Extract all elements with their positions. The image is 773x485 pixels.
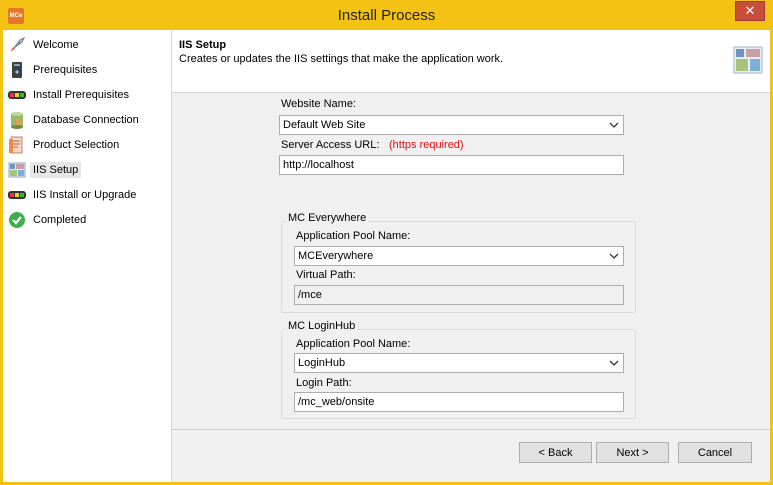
mce-pool-value: MCEverywhere (298, 250, 374, 262)
sidebar-item-label: IIS Install or Upgrade (33, 189, 137, 201)
sidebar-item-install-prerequisites: Install Prerequisites (3, 83, 171, 107)
sidebar-item-prerequisites: Prerequisites (3, 58, 171, 82)
loginhub-path-label: Login Path: (296, 377, 352, 389)
page-subtitle: Creates or updates the IIS settings that… (179, 53, 504, 65)
iis-icon (8, 161, 26, 179)
sidebar-item-label: Welcome (33, 39, 79, 51)
chevron-down-icon (609, 122, 619, 128)
loginhub-pool-select[interactable]: LoginHub (294, 353, 624, 373)
footer-divider (172, 429, 770, 430)
mce-path-input[interactable]: /mce (294, 285, 624, 305)
website-name-value: Default Web Site (283, 119, 366, 131)
progress-icon (8, 86, 26, 104)
progress-icon (8, 186, 26, 204)
sidebar-item-product-selection: Product Selection (3, 133, 171, 157)
iis-setup-form: Website Name: Default Web Site Server Ac… (172, 93, 770, 430)
sidebar-item-iis-setup: IIS Setup (3, 158, 171, 182)
loginhub-path-value: /mc_web/onsite (298, 396, 375, 408)
window-title: Install Process (337, 7, 436, 24)
loginhub-path-input[interactable]: /mc_web/onsite (294, 392, 624, 412)
sidebar-item-label: Install Prerequisites (33, 89, 129, 101)
database-icon (8, 111, 26, 129)
rocket-icon (8, 36, 26, 54)
website-name-label: Website Name: (281, 98, 356, 110)
client-area: Welcome Prerequisites Install Prerequisi… (3, 30, 770, 482)
mce-pool-label: Application Pool Name: (296, 230, 411, 242)
sidebar-item-label: Database Connection (33, 114, 139, 126)
close-button[interactable]: ✕ (735, 1, 765, 21)
sidebar-item-welcome: Welcome (3, 33, 171, 57)
sidebar-item-iis-install-or-upgrade: IIS Install or Upgrade (3, 183, 171, 207)
back-button[interactable]: < Back (519, 442, 592, 463)
mce-path-value: /mce (298, 289, 322, 301)
chevron-down-icon (609, 360, 619, 366)
installer-window: MCe Install Process ✕ Welcome Prerequisi… (0, 0, 773, 485)
sidebar-item-database-connection: Database Connection (3, 108, 171, 132)
product-icon (8, 136, 26, 154)
loginhub-pool-label: Application Pool Name: (296, 338, 411, 350)
sidebar-item-completed: Completed (3, 208, 171, 232)
iis-header-icon (733, 45, 763, 75)
steps-sidebar: Welcome Prerequisites Install Prerequisi… (3, 30, 172, 482)
checkmark-icon (8, 211, 26, 229)
server-icon (8, 61, 26, 79)
mc-everywhere-group-title: MC Everywhere (286, 212, 369, 224)
cancel-button[interactable]: Cancel (678, 442, 752, 463)
page-header: IIS Setup Creates or updates the IIS set… (172, 30, 770, 93)
website-name-select[interactable]: Default Web Site (279, 115, 624, 135)
sidebar-item-label: Prerequisites (33, 64, 98, 76)
page-title: IIS Setup (179, 39, 227, 51)
server-url-input[interactable]: http://localhost (279, 155, 624, 175)
chevron-down-icon (609, 253, 619, 259)
server-url-value: http://localhost (283, 159, 354, 171)
mce-path-label: Virtual Path: (296, 269, 356, 281)
https-required-note: (https required) (389, 139, 464, 151)
loginhub-pool-value: LoginHub (298, 357, 346, 369)
title-bar[interactable]: MCe Install Process ✕ (0, 0, 773, 30)
mc-loginhub-group-title: MC LoginHub (286, 320, 358, 332)
sidebar-item-label: Completed (33, 214, 87, 226)
sidebar-item-label: Product Selection (33, 139, 120, 151)
next-button[interactable]: Next > (596, 442, 669, 463)
sidebar-item-label: IIS Setup (30, 162, 82, 178)
server-url-label: Server Access URL: (281, 139, 380, 151)
mce-pool-select[interactable]: MCEverywhere (294, 246, 624, 266)
